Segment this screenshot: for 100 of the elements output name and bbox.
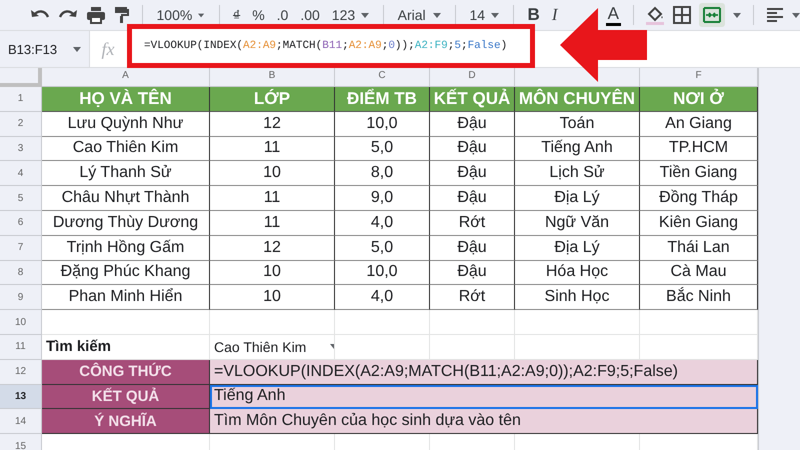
row-header[interactable]: 12 — [0, 360, 42, 385]
row-header[interactable]: 8 — [0, 260, 42, 286]
align-icon[interactable] — [766, 7, 784, 23]
caret-icon — [491, 12, 500, 18]
column-header[interactable] — [515, 68, 640, 87]
table-cell: 4,0 — [335, 210, 430, 236]
decrease-decimal-button[interactable]: .0 — [274, 3, 290, 27]
table-cell: Tiếng Anh — [515, 136, 640, 162]
row-header[interactable]: 6 — [0, 210, 42, 236]
caret-icon[interactable] — [733, 12, 742, 18]
table-cell: 10 — [210, 260, 335, 286]
row-header[interactable]: 15 — [0, 434, 42, 450]
table-cell: 10 — [210, 161, 335, 186]
select-all-corner[interactable] — [0, 68, 42, 87]
formula-input[interactable]: =VLOOKUP(INDEX(A2:A9;MATCH(B11;A2:A9;0));A2:F9;5;False) — [144, 40, 508, 52]
table-cell: Đậu — [430, 186, 515, 211]
row-header[interactable]: 9 — [0, 285, 42, 310]
merge-cells-button[interactable] — [699, 3, 726, 27]
empty-cell[interactable] — [335, 310, 430, 335]
percent-button[interactable]: % — [250, 3, 267, 27]
table-cell: Đậu — [430, 136, 515, 162]
row-header[interactable]: 4 — [0, 161, 42, 186]
summary-value[interactable]: Tìm Môn Chuyên của học sinh dựa vào tên — [210, 409, 758, 434]
table-cell: 12 — [210, 112, 335, 137]
lookup-dropdown[interactable]: Cao Thiên Kim — [212, 338, 334, 355]
table-cell: Đồng Tháp — [640, 186, 758, 211]
font-size-dropdown[interactable]: 14 — [467, 3, 502, 27]
name-box[interactable]: B13:F13 — [0, 31, 90, 67]
font-dropdown[interactable]: Arial — [396, 3, 443, 27]
table-cell: Bắc Ninh — [640, 285, 758, 310]
row-header[interactable]: 1 — [0, 87, 42, 112]
row-header[interactable]: 5 — [0, 186, 42, 211]
increase-decimal-button[interactable]: .00 — [298, 3, 322, 27]
table-cell: Đậu — [430, 260, 515, 286]
empty-cell[interactable] — [430, 310, 515, 335]
table-cell: Hóa Học — [515, 260, 640, 286]
table-cell: 12 — [210, 236, 335, 261]
table-cell: Rớt — [430, 285, 515, 310]
bold-button[interactable]: B — [526, 3, 542, 27]
row-header[interactable]: 14 — [0, 409, 42, 434]
paint-format-icon[interactable] — [114, 6, 130, 24]
borders-icon[interactable] — [673, 6, 692, 24]
column-heading: ĐIỂM TB — [335, 87, 430, 112]
table-cell: Cao Thiên Kim — [42, 136, 210, 162]
row-header[interactable]: 2 — [0, 112, 42, 137]
table-cell: 11 — [210, 136, 335, 162]
empty-cell[interactable] — [515, 310, 640, 335]
empty-cell[interactable] — [640, 310, 758, 335]
column-header[interactable]: C — [335, 68, 430, 87]
column-header[interactable]: F — [640, 68, 758, 87]
currency-button[interactable]: ₫ — [231, 3, 242, 27]
column-header[interactable]: A — [42, 68, 210, 87]
table-cell: 10 — [210, 285, 335, 310]
summary-value[interactable]: Tiếng Anh — [210, 384, 758, 410]
table-cell: Lịch Sử — [515, 161, 640, 186]
table-cell: 9,0 — [335, 186, 430, 211]
row-header[interactable]: 3 — [0, 136, 42, 162]
number-format-dropdown[interactable]: 123 — [330, 3, 372, 27]
table-cell: Châu Nhựt Thành — [42, 186, 210, 211]
column-header[interactable]: D — [430, 68, 515, 87]
caret-icon — [432, 12, 441, 18]
table-cell: An Giang — [640, 112, 758, 137]
table-cell: Thái Lan — [640, 236, 758, 261]
caret-icon[interactable] — [792, 12, 800, 18]
table-cell: Rớt — [430, 210, 515, 236]
table-cell: 5,0 — [335, 236, 430, 261]
table-cell: 8,0 — [335, 161, 430, 186]
table-cell: Địa Lý — [515, 186, 640, 211]
column-header[interactable]: B — [210, 68, 335, 87]
zoom-dropdown[interactable]: 100% — [154, 3, 206, 27]
caret-icon — [73, 46, 81, 52]
table-cell: Ngữ Văn — [515, 210, 640, 236]
search-label: Tìm kiếm — [45, 338, 112, 356]
italic-button[interactable]: I — [550, 3, 560, 27]
row-header[interactable]: 7 — [0, 236, 42, 261]
table-cell: 11 — [210, 210, 335, 236]
cell-reference: B13:F13 — [8, 42, 58, 56]
text-color-button[interactable]: A — [606, 4, 621, 26]
table-cell: Toán — [515, 112, 640, 137]
table-cell: Kiên Giang — [640, 210, 758, 236]
table-cell: Lý Thanh Sử — [42, 161, 210, 186]
row-header[interactable]: 10 — [0, 310, 42, 335]
fill-color-icon[interactable] — [645, 5, 666, 25]
row-header[interactable]: 13 — [0, 384, 42, 410]
table-cell: 4,0 — [335, 285, 430, 310]
row-header[interactable]: 11 — [0, 334, 42, 360]
table-cell: Cà Mau — [640, 260, 758, 286]
print-icon[interactable] — [86, 6, 106, 24]
empty-cell[interactable] — [210, 310, 335, 335]
table-cell: Trịnh Hồng Gấm — [42, 236, 210, 261]
table-cell: Địa Lý — [515, 236, 640, 261]
table-cell: Tiền Giang — [640, 161, 758, 186]
summary-label: KẾT QUẢ — [42, 384, 210, 410]
table-cell: Đậu — [430, 161, 515, 186]
table-cell: 11 — [210, 186, 335, 211]
arrow-icon — [560, 8, 647, 82]
summary-value[interactable]: =VLOOKUP(INDEX(A2:A9;MATCH(B11;A2:A9;0));A2:F9;5;False) — [210, 360, 758, 385]
table-cell: Đậu — [430, 112, 515, 137]
column-heading: LỚP — [210, 87, 335, 112]
table-cell: 5,0 — [335, 136, 430, 162]
